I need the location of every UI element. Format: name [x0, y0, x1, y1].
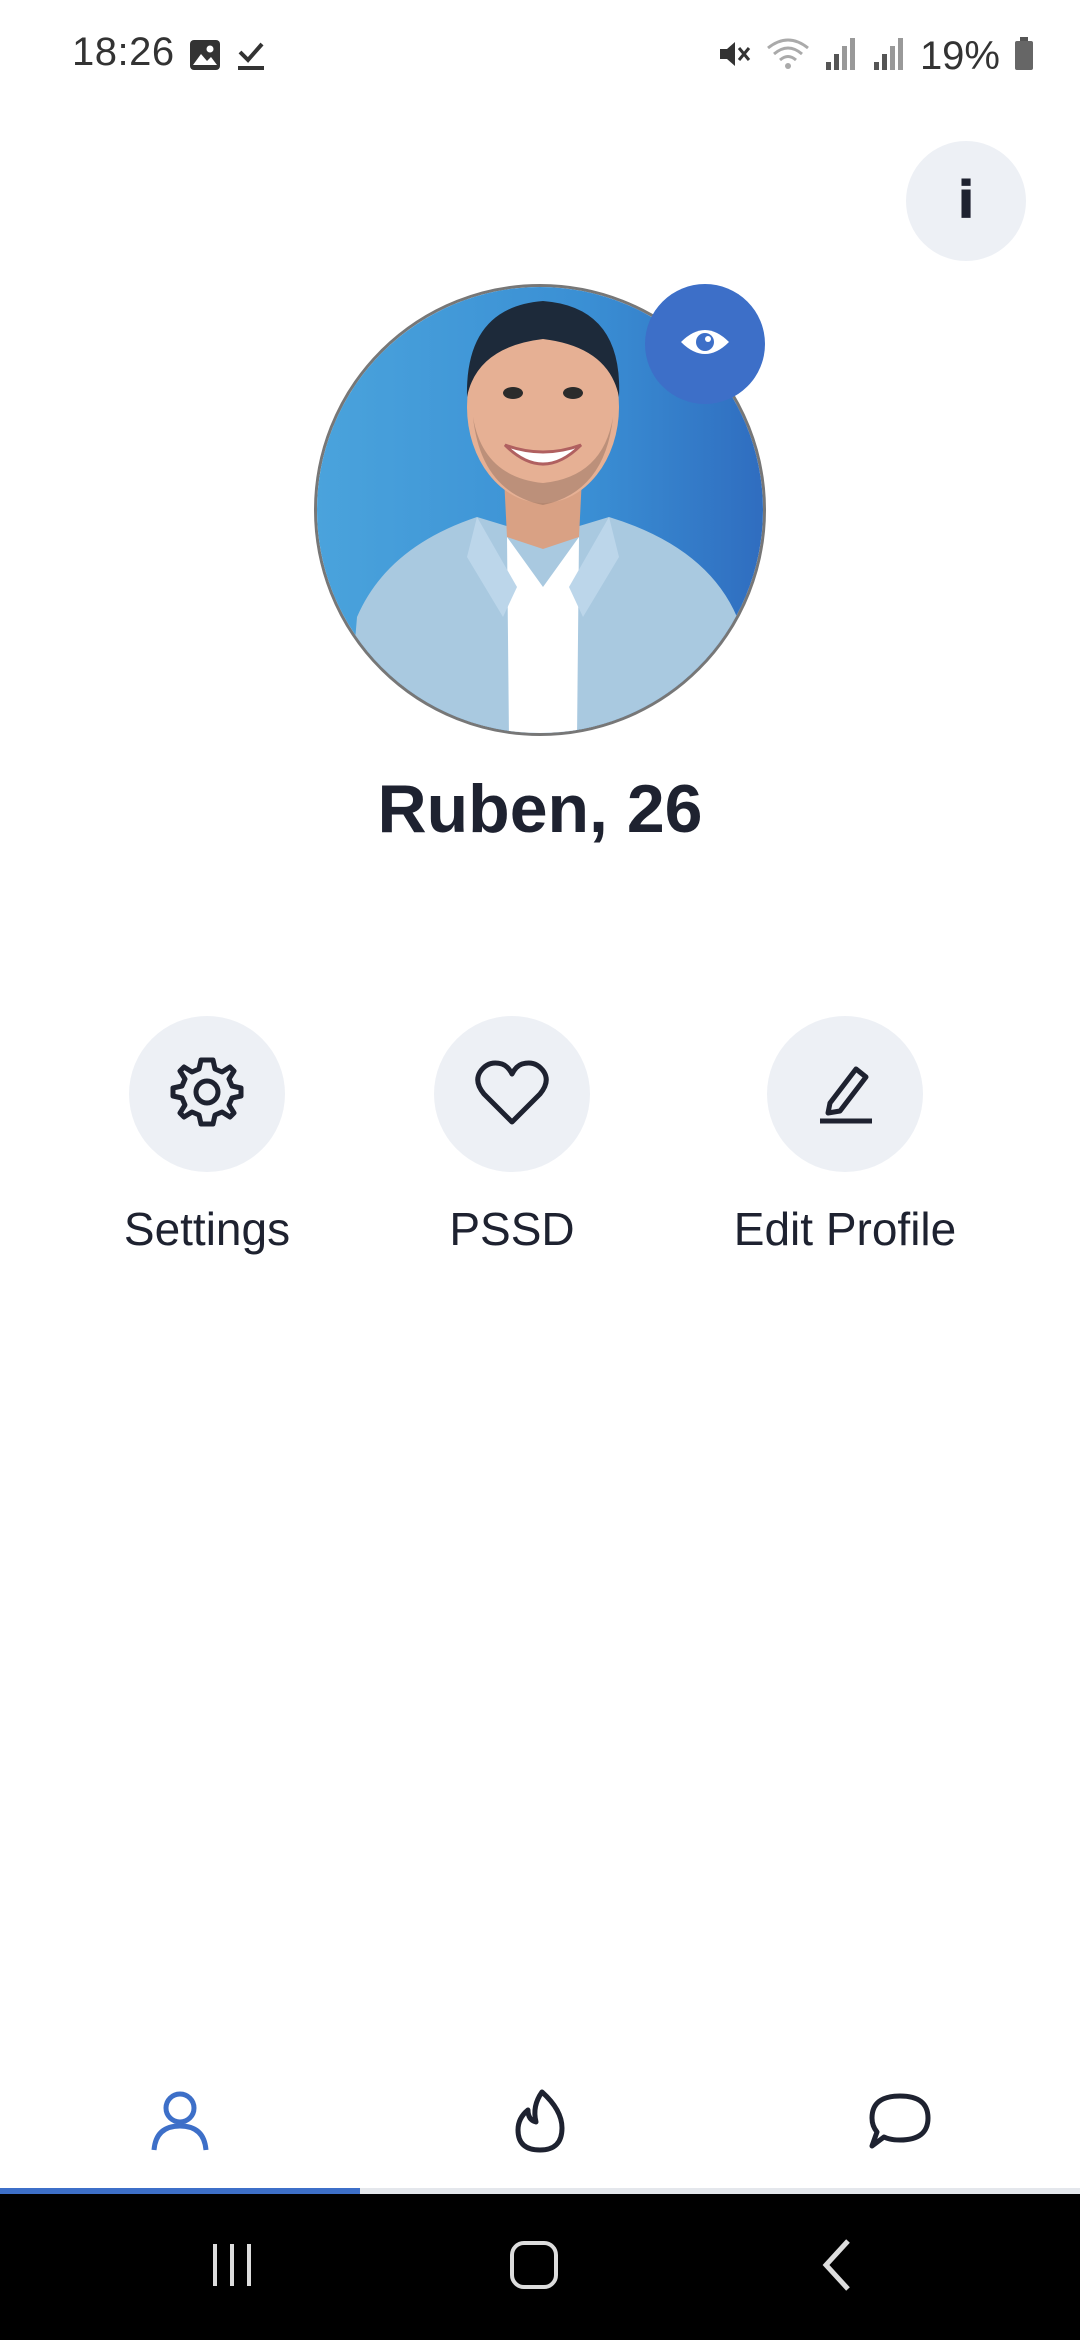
- heart-icon: [474, 1058, 550, 1131]
- edit-profile-action[interactable]: Edit Profile: [685, 1016, 1005, 1256]
- signal-icon-2: [872, 36, 906, 77]
- settings-label: Settings: [123, 1203, 291, 1255]
- gear-icon: [169, 1054, 245, 1135]
- nav-chat-tab[interactable]: [720, 2060, 1080, 2186]
- back-icon: [818, 2237, 858, 2298]
- edit-profile-label: Edit Profile: [733, 1203, 957, 1255]
- status-time: 18:26: [72, 30, 175, 74]
- profile-icon: [150, 2090, 210, 2157]
- preview-profile-button[interactable]: [645, 284, 765, 404]
- status-bar: 18:26 19%: [0, 0, 1080, 112]
- nav-discover-tab[interactable]: [360, 2060, 720, 2186]
- flame-icon: [512, 2088, 568, 2159]
- profile-name: Ruben, 26: [377, 771, 703, 847]
- nav-profile-tab[interactable]: [0, 2060, 360, 2186]
- home-button[interactable]: [454, 2194, 614, 2340]
- pssd-button[interactable]: [434, 1016, 590, 1172]
- recents-icon: [207, 2240, 257, 2295]
- pssd-action[interactable]: PSSD: [352, 1016, 672, 1256]
- pssd-label: PSSD: [449, 1203, 575, 1255]
- battery-icon: [1014, 36, 1034, 76]
- settings-button[interactable]: [129, 1016, 285, 1172]
- signal-icon: [824, 36, 858, 77]
- download-done-icon: [234, 38, 268, 77]
- eye-icon: [679, 324, 731, 365]
- system-nav-bar: [0, 2194, 1080, 2340]
- battery-percent: 19%: [919, 33, 1000, 78]
- pencil-icon: [812, 1059, 878, 1130]
- recents-button[interactable]: [152, 2194, 312, 2340]
- wifi-icon: [766, 36, 810, 77]
- back-button[interactable]: [758, 2194, 918, 2340]
- mute-icon: [716, 36, 752, 77]
- info-button[interactable]: i: [906, 141, 1026, 261]
- image-icon: [188, 38, 222, 77]
- status-right-group: 19%: [716, 26, 1034, 86]
- chat-icon: [868, 2092, 932, 2155]
- bottom-nav: [0, 2060, 1080, 2192]
- edit-profile-button[interactable]: [767, 1016, 923, 1172]
- home-icon: [508, 2239, 560, 2296]
- settings-action[interactable]: Settings: [47, 1016, 367, 1256]
